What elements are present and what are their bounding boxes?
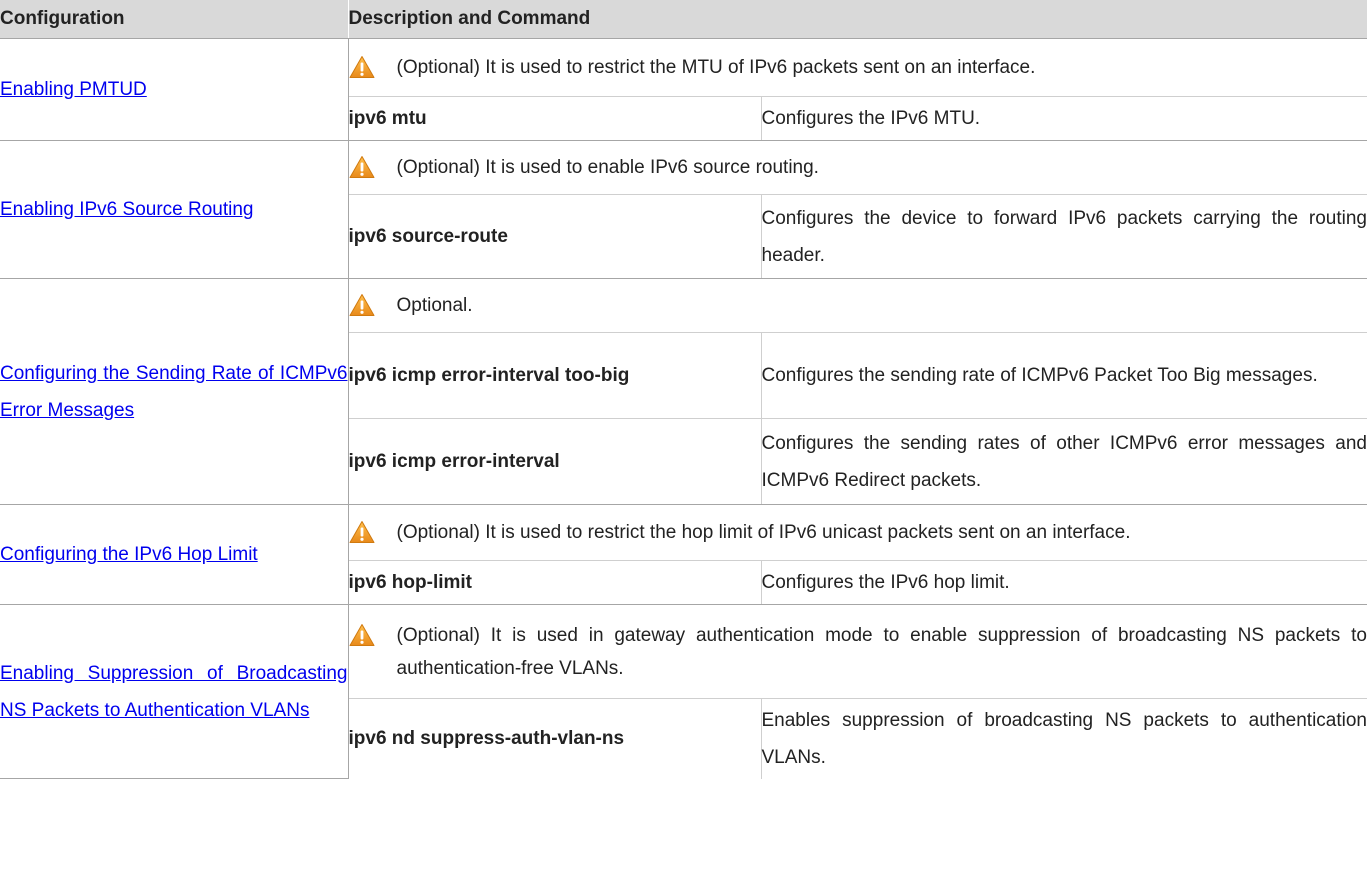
description-cell: Configures the device to forward IPv6 pa… [761, 194, 1367, 279]
description-cell: Enables suppression of broadcasting NS p… [761, 709, 1367, 768]
command-cell: ipv6 nd suppress-auth-vlan-ns [348, 698, 762, 779]
command-cell: ipv6 hop-limit [348, 560, 762, 605]
note-cell: Optional. [348, 278, 1367, 333]
config-cell: Configuring the Sending Rate of ICMPv6 E… [0, 278, 349, 505]
note-cell: (Optional) It is used to restrict the MT… [348, 38, 1367, 97]
note-text: (Optional) It is used to restrict the ho… [396, 522, 1131, 543]
config-cell: Enabling IPv6 Source Routing [0, 140, 349, 279]
column-header-description: Description and Command [347, 0, 1367, 39]
config-link-pmtud[interactable]: Enabling PMTUD [0, 79, 147, 100]
config-link-ns-suppression[interactable]: Enabling Suppression of Broadcasting NS … [0, 663, 348, 721]
note-cell: (Optional) It is used to restrict the ho… [348, 504, 1367, 561]
config-link-source-routing[interactable]: Enabling IPv6 Source Routing [0, 199, 254, 220]
warning-icon [349, 155, 375, 179]
note-text: (Optional) It is used to restrict the MT… [396, 57, 1036, 78]
config-cell: Enabling Suppression of Broadcasting NS … [0, 604, 349, 779]
note-text: (Optional) It is used in gateway authent… [396, 624, 1367, 679]
command-cell: ipv6 mtu [348, 96, 762, 141]
description-cell: Configures the sending rate of ICMPv6 Pa… [761, 332, 1367, 419]
note-cell: (Optional) It is used to enable IPv6 sou… [348, 140, 1367, 195]
description-cell: Configures the IPv6 MTU. [761, 96, 1367, 141]
note-cell: (Optional) It is used in gateway authent… [348, 604, 1367, 699]
warning-icon [349, 55, 375, 79]
config-link-icmpv6-rate[interactable]: Configuring the Sending Rate of ICMPv6 E… [0, 363, 348, 421]
config-link-hop-limit[interactable]: Configuring the IPv6 Hop Limit [0, 544, 258, 565]
config-cell: Configuring the IPv6 Hop Limit [0, 504, 349, 605]
command-cell: ipv6 icmp error-interval [348, 418, 762, 505]
command-cell: ipv6 icmp error-interval too-big [348, 332, 762, 419]
note-text: Optional. [396, 295, 473, 316]
table-row: Configuring the IPv6 Hop Limit (Optional… [0, 504, 1367, 605]
table-row: Enabling Suppression of Broadcasting NS … [0, 604, 1367, 779]
config-cell: Enabling PMTUD [0, 38, 349, 141]
table-row: Enabling IPv6 Source Routing (Optional) … [0, 140, 1367, 279]
warning-icon [349, 293, 375, 317]
description-cell: Configures the sending rates of other IC… [761, 418, 1367, 505]
description-cell: Configures the IPv6 hop limit. [761, 560, 1367, 605]
note-text: (Optional) It is used to enable IPv6 sou… [396, 157, 819, 178]
table-row: Enabling PMTUD (Optional) It is used to … [0, 38, 1367, 141]
warning-icon [349, 520, 375, 544]
warning-icon [349, 623, 375, 647]
table-header-row: Configuration Description and Command [0, 0, 1367, 39]
column-header-configuration: Configuration [0, 0, 348, 39]
configuration-table: Configuration Description and Command En… [0, 0, 1367, 779]
table-row: Configuring the Sending Rate of ICMPv6 E… [0, 278, 1367, 505]
command-cell: ipv6 source-route [348, 194, 762, 279]
